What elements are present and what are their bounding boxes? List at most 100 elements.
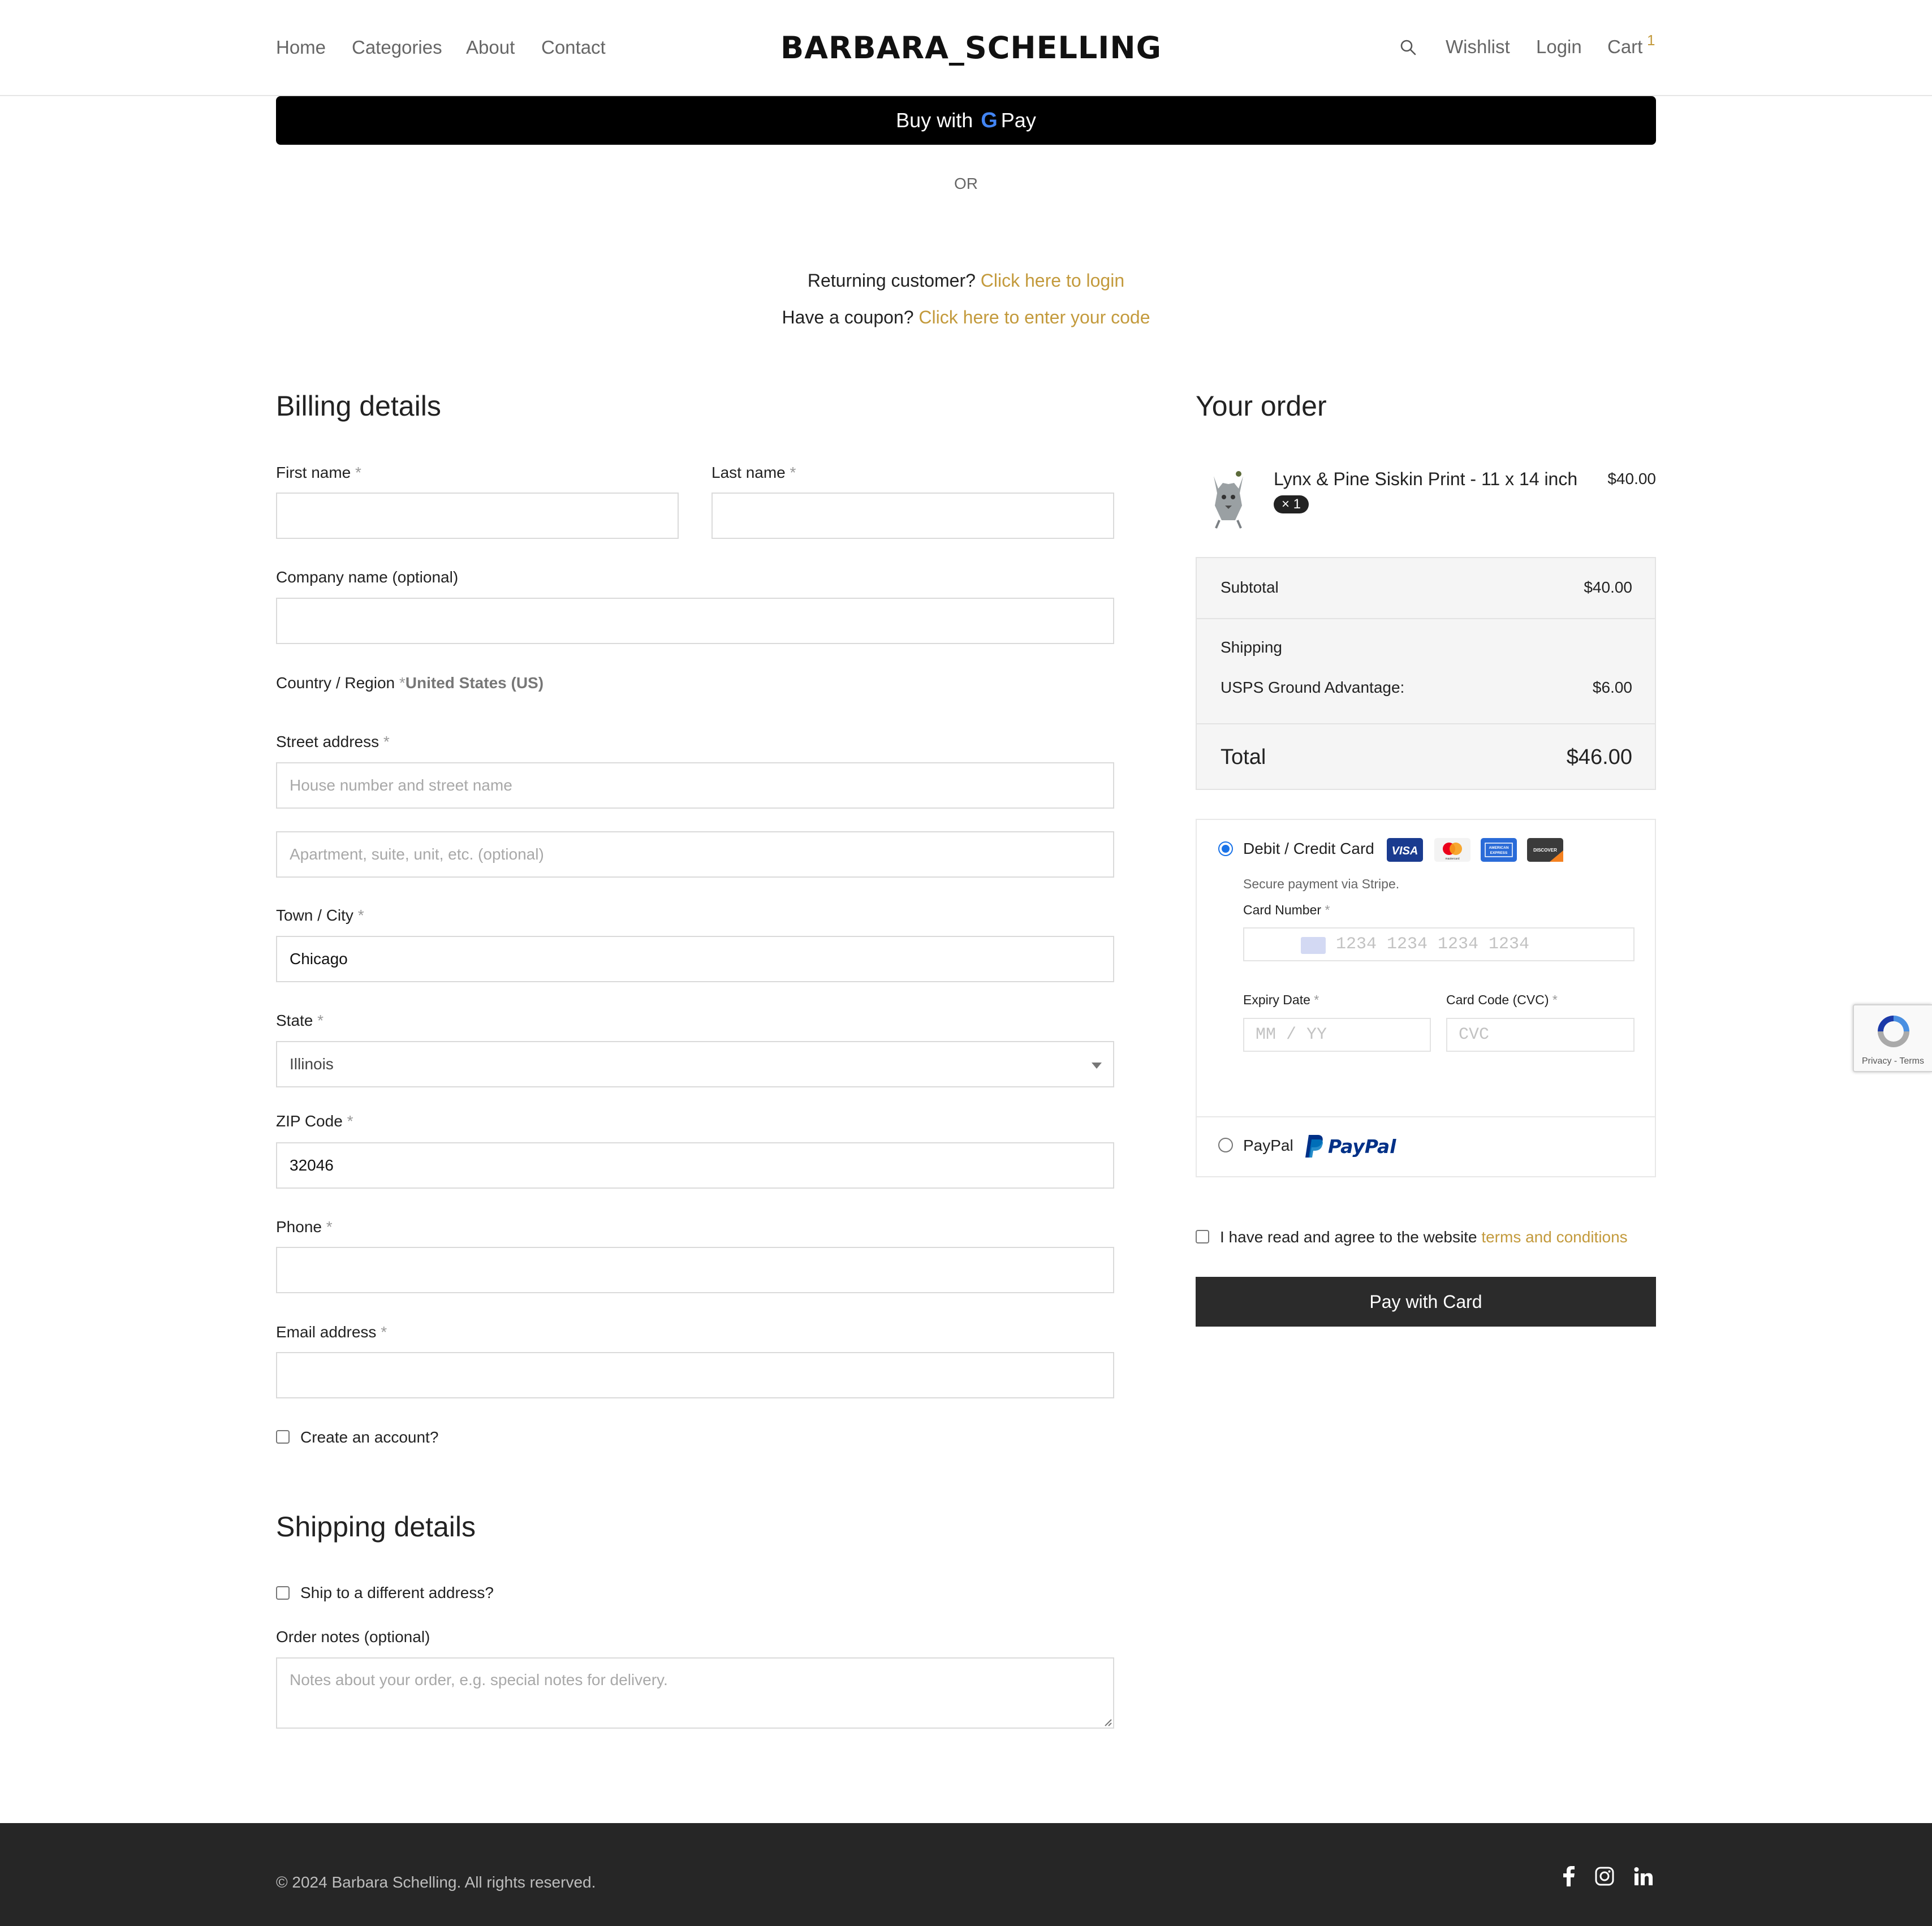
state-select[interactable]: Illinois bbox=[276, 1041, 1114, 1087]
shipping-method-label: USPS Ground Advantage: bbox=[1221, 679, 1405, 696]
google-g-icon: G bbox=[981, 108, 998, 132]
login-notice-link[interactable]: Click here to login bbox=[981, 270, 1124, 291]
order-totals-table: Subtotal $40.00 Shipping USPS Ground Adv… bbox=[1196, 557, 1656, 790]
chevron-down-icon bbox=[1092, 1063, 1102, 1069]
country-label: Country / Region *United States (US) bbox=[276, 674, 544, 692]
subtotal-label: Subtotal bbox=[1221, 578, 1279, 596]
coupon-text: Have a coupon? bbox=[782, 307, 914, 327]
discover-icon: DISCOVER bbox=[1527, 838, 1563, 862]
create-account-checkbox[interactable] bbox=[276, 1430, 290, 1444]
paypal-wordmark: PayPal bbox=[1328, 1135, 1396, 1158]
apartment-input[interactable]: Apartment, suite, unit, etc. (optional) bbox=[276, 831, 1114, 878]
order-notes-label: Order notes (optional) bbox=[276, 1628, 430, 1646]
recaptcha-badge[interactable]: Privacy - Terms bbox=[1853, 1004, 1932, 1072]
resize-handle-icon[interactable] bbox=[1103, 1717, 1112, 1726]
product-thumbnail bbox=[1202, 466, 1254, 529]
returning-customer-notice: Returning customer? Click here to login bbox=[0, 269, 1932, 292]
zip-input[interactable]: 32046 bbox=[276, 1142, 1114, 1189]
order-title: Your order bbox=[1196, 390, 1327, 422]
coupon-link[interactable]: Click here to enter your code bbox=[918, 307, 1150, 327]
email-label: Email address * bbox=[276, 1323, 387, 1341]
nav-categories-link[interactable]: Categories bbox=[352, 35, 442, 60]
linkedin-icon[interactable] bbox=[1631, 1864, 1656, 1889]
recaptcha-terms-link[interactable]: Terms bbox=[1899, 1056, 1924, 1066]
card-payment-label[interactable]: Debit / Credit Card bbox=[1243, 839, 1374, 858]
nav-contact-link[interactable]: Contact bbox=[541, 35, 606, 60]
order-divider bbox=[1197, 723, 1655, 724]
card-number-input[interactable]: 1234 1234 1234 1234 bbox=[1243, 927, 1635, 961]
svg-text:mastercard: mastercard bbox=[1445, 857, 1459, 861]
secure-payment-note: Secure payment via Stripe. bbox=[1243, 876, 1400, 891]
phone-input[interactable] bbox=[276, 1247, 1114, 1293]
terms-checkbox[interactable] bbox=[1196, 1230, 1209, 1243]
cart-link[interactable]: Cart bbox=[1607, 34, 1642, 59]
copyright-text: © 2024 Barbara Schelling. All rights res… bbox=[276, 1873, 596, 1891]
nav-about-link[interactable]: About bbox=[466, 35, 515, 60]
ship-different-address-checkbox[interactable] bbox=[276, 1586, 290, 1600]
svg-text:EXPRESS: EXPRESS bbox=[1490, 851, 1508, 855]
company-input[interactable] bbox=[276, 598, 1114, 644]
paypal-logo: PayPal bbox=[1304, 1133, 1396, 1159]
site-logo[interactable]: BARBARA_SCHELLING bbox=[780, 29, 1161, 67]
shipping-label: Shipping bbox=[1221, 638, 1282, 656]
company-label: Company name (optional) bbox=[276, 568, 459, 586]
city-input[interactable]: Chicago bbox=[276, 936, 1114, 982]
email-input[interactable] bbox=[276, 1352, 1114, 1398]
svg-text:VISA: VISA bbox=[1392, 845, 1418, 857]
order-item-qty-badge: × 1 bbox=[1274, 495, 1309, 513]
first-name-input[interactable] bbox=[276, 493, 679, 539]
street-label: Street address * bbox=[276, 733, 390, 750]
gpay-suffix: Pay bbox=[1000, 109, 1036, 132]
order-divider bbox=[1197, 618, 1655, 619]
payment-divider bbox=[1197, 1116, 1655, 1117]
subtotal-value: $40.00 bbox=[1584, 578, 1632, 596]
search-icon[interactable] bbox=[1399, 38, 1417, 57]
create-account-label[interactable]: Create an account? bbox=[300, 1428, 438, 1447]
first-name-label: First name * bbox=[276, 464, 361, 481]
order-item-name: Lynx & Pine Siskin Print - 11 x 14 inch bbox=[1274, 469, 1578, 489]
wishlist-link[interactable]: Wishlist bbox=[1446, 34, 1510, 59]
recaptcha-privacy-link[interactable]: Privacy bbox=[1862, 1056, 1891, 1066]
cart-count-badge: 1 bbox=[1647, 32, 1655, 49]
svg-text:AMERICAN: AMERICAN bbox=[1489, 846, 1508, 850]
card-number-placeholder: 1234 1234 1234 1234 bbox=[1336, 935, 1530, 954]
american-express-icon: AMERICAN EXPRESS bbox=[1481, 838, 1517, 862]
cvc-label: Card Code (CVC) * bbox=[1446, 992, 1558, 1007]
paypal-radio[interactable] bbox=[1218, 1138, 1233, 1152]
nav-home-link[interactable]: Home bbox=[276, 35, 326, 60]
returning-customer-text: Returning customer? bbox=[807, 270, 976, 291]
google-pay-button[interactable]: Buy with G Pay bbox=[276, 96, 1656, 145]
expiry-input[interactable]: MM / YY bbox=[1243, 1018, 1431, 1052]
svg-text:DISCOVER: DISCOVER bbox=[1533, 848, 1557, 853]
generic-card-icon bbox=[1301, 937, 1326, 954]
site-header: Home Categories About Contact BARBARA_SC… bbox=[0, 0, 1932, 96]
facebook-icon[interactable] bbox=[1556, 1864, 1581, 1889]
paypal-p-icon bbox=[1305, 1135, 1323, 1158]
shipping-value: $6.00 bbox=[1592, 679, 1632, 696]
login-link[interactable]: Login bbox=[1536, 34, 1582, 59]
card-number-label: Card Number * bbox=[1243, 902, 1330, 917]
mastercard-icon: mastercard bbox=[1434, 838, 1470, 862]
gpay-prefix: Buy with bbox=[896, 109, 973, 132]
phone-label: Phone * bbox=[276, 1218, 333, 1236]
total-value: $46.00 bbox=[1566, 745, 1632, 769]
recaptcha-links: Privacy - Terms bbox=[1862, 1056, 1924, 1066]
billing-title: Billing details bbox=[276, 390, 441, 422]
city-label: Town / City * bbox=[276, 906, 364, 924]
instagram-icon[interactable] bbox=[1592, 1864, 1617, 1889]
street-address-input[interactable]: House number and street name bbox=[276, 762, 1114, 809]
country-value: United States (US) bbox=[405, 674, 544, 692]
order-notes-textarea[interactable]: Notes about your order, e.g. special not… bbox=[276, 1657, 1114, 1729]
or-divider: OR bbox=[954, 175, 978, 192]
visa-icon: VISA bbox=[1387, 838, 1423, 862]
terms-link[interactable]: terms and conditions bbox=[1481, 1228, 1627, 1246]
terms-label: I have read and agree to the website ter… bbox=[1220, 1228, 1628, 1247]
card-payment-radio[interactable] bbox=[1218, 841, 1233, 856]
ship-different-address-label[interactable]: Ship to a different address? bbox=[300, 1583, 494, 1603]
recaptcha-icon bbox=[1878, 1016, 1909, 1047]
last-name-input[interactable] bbox=[711, 493, 1114, 539]
cvc-input[interactable]: CVC bbox=[1446, 1018, 1635, 1052]
terms-text: I have read and agree to the website bbox=[1220, 1228, 1477, 1246]
paypal-label[interactable]: PayPal bbox=[1243, 1136, 1293, 1155]
pay-with-card-button[interactable]: Pay with Card bbox=[1196, 1277, 1656, 1327]
